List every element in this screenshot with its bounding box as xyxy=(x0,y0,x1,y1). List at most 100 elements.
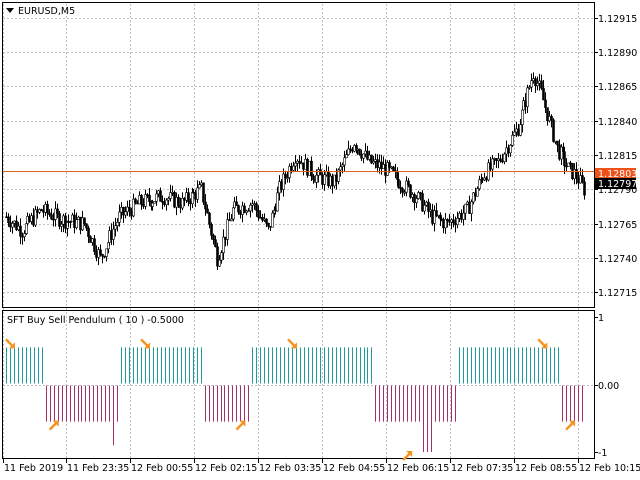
time-tick-label: 12 Feb 07:35 xyxy=(451,463,513,474)
candle-body xyxy=(62,215,65,225)
candle-body xyxy=(126,206,129,213)
candle-body xyxy=(253,203,256,205)
candle-body xyxy=(9,222,12,228)
candle-body xyxy=(513,131,516,136)
price-tick-label: 1.12865 xyxy=(598,82,637,93)
price-tick-label: 1.12815 xyxy=(598,151,637,162)
time-tick-label: 12 Feb 02:15 xyxy=(195,463,257,474)
candle-body xyxy=(563,151,566,167)
candle-body xyxy=(194,192,197,200)
indicator-tick-label: 0.00 xyxy=(598,381,619,392)
candle-body xyxy=(85,223,88,229)
candle-body xyxy=(315,174,318,183)
candle-body xyxy=(542,87,545,101)
candle-body xyxy=(226,219,229,240)
candle-body xyxy=(165,199,168,205)
candle-body xyxy=(255,203,258,211)
candle-body xyxy=(540,80,543,89)
candle-body xyxy=(509,145,512,154)
candle-body xyxy=(5,216,8,219)
candle-body xyxy=(345,154,348,159)
candle-body xyxy=(294,162,297,167)
candle-body xyxy=(183,197,186,201)
candle-body xyxy=(476,188,479,197)
symbol-label: EURUSD,M5 xyxy=(18,6,75,17)
candle-body xyxy=(128,206,131,212)
candle-body xyxy=(56,208,59,214)
candle-body xyxy=(67,221,70,223)
candle-body xyxy=(230,218,233,222)
candle-body xyxy=(265,218,268,224)
candle-body xyxy=(192,191,195,194)
time-tick-label: 12 Feb 10:15 xyxy=(579,463,640,474)
last-price-text: 1.12797 xyxy=(598,179,637,190)
candle-body xyxy=(196,187,199,200)
candle-body xyxy=(415,198,418,203)
candle-body xyxy=(198,184,201,189)
candle-body xyxy=(397,179,400,188)
candle-body xyxy=(93,238,96,252)
candle-body xyxy=(23,233,26,238)
candle-body xyxy=(99,249,102,255)
candle-body xyxy=(202,182,205,203)
candle-body xyxy=(464,203,467,214)
candle-body xyxy=(521,109,524,125)
candle-body xyxy=(118,211,121,223)
candle-body xyxy=(530,80,533,88)
candle-body xyxy=(319,169,322,176)
candle-body xyxy=(239,211,242,215)
candle-body xyxy=(95,251,98,258)
candle-body xyxy=(134,198,137,204)
indicator-tick-label: 1 xyxy=(598,313,604,324)
candle-body xyxy=(167,198,170,201)
candle-body xyxy=(189,201,192,205)
candle-body xyxy=(191,191,194,205)
candle-body xyxy=(114,225,117,230)
current-price-tag: 1.12803 1.12797 xyxy=(595,168,637,190)
candle-body xyxy=(552,119,555,142)
candle-body xyxy=(142,204,145,207)
candle-body xyxy=(407,180,410,186)
price-tick-label: 1.12915 xyxy=(598,14,637,25)
time-tick-label: 12 Feb 04:55 xyxy=(323,463,385,474)
candle-body xyxy=(11,223,14,228)
candle-body xyxy=(161,201,164,203)
candle-body xyxy=(163,202,166,205)
candle-body xyxy=(423,204,426,212)
candle-body xyxy=(208,212,211,225)
candle-body xyxy=(556,140,559,146)
candle-body xyxy=(271,212,274,228)
time-tick-label: 12 Feb 06:15 xyxy=(387,463,449,474)
candle-body xyxy=(110,230,113,240)
candle-body xyxy=(257,210,260,218)
candle-body xyxy=(101,254,104,257)
candle-body xyxy=(249,204,252,212)
candle-body xyxy=(235,201,238,206)
candle-body xyxy=(499,158,502,162)
candle-body xyxy=(210,223,213,236)
candle-body xyxy=(247,210,250,213)
candle-body xyxy=(401,188,404,193)
candle-body xyxy=(222,236,225,254)
candle-body xyxy=(75,219,78,228)
candle-body xyxy=(89,236,92,243)
candle-body xyxy=(173,191,176,208)
candle-body xyxy=(323,174,326,185)
candle-body xyxy=(108,230,111,243)
price-tick-label: 1.12740 xyxy=(598,254,637,265)
candle-body xyxy=(218,259,221,267)
trading-chart[interactable]: EURUSD,M5 SFT Buy Sell Pendulum ( 10 ) -… xyxy=(0,0,640,480)
candle-body xyxy=(153,200,156,204)
candle-body xyxy=(232,207,235,220)
candle-body xyxy=(343,157,346,166)
candle-body xyxy=(452,219,455,224)
candle-body xyxy=(544,99,547,108)
indicator-panel[interactable] xyxy=(2,310,595,459)
candle-body xyxy=(392,166,395,171)
candle-body xyxy=(169,192,172,199)
candle-body xyxy=(171,191,174,194)
candle-body xyxy=(148,195,151,202)
candle-body xyxy=(124,211,127,216)
candle-body xyxy=(185,192,188,201)
candle-body xyxy=(77,216,80,220)
